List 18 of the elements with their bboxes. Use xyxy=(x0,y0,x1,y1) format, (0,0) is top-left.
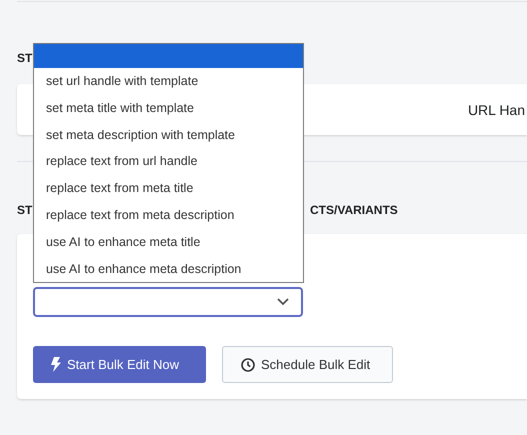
start-bulk-edit-button[interactable]: Start Bulk Edit Now xyxy=(33,346,206,383)
dropdown-option[interactable]: use AI to enhance meta description xyxy=(34,256,303,282)
dropdown-option[interactable]: replace text from meta description xyxy=(34,202,303,229)
chevron-down-icon xyxy=(277,298,289,306)
dropdown-option[interactable]: set meta description with template xyxy=(34,122,303,148)
clock-icon xyxy=(241,358,255,372)
dropdown-option[interactable]: use AI to enhance meta title xyxy=(34,228,303,256)
lightning-icon xyxy=(51,357,61,372)
select-field[interactable] xyxy=(33,287,303,317)
column-label: URL Han xyxy=(468,102,526,118)
schedule-bulk-edit-button[interactable]: Schedule Bulk Edit xyxy=(222,346,393,383)
section-heading: ST xyxy=(17,50,32,66)
section-heading: CTS/VARIANTS xyxy=(310,202,398,218)
dropdown-option[interactable]: set meta title with template xyxy=(34,94,303,122)
dropdown-option[interactable]: set url handle with template xyxy=(34,68,303,95)
section-heading: ST xyxy=(17,202,32,218)
dropdown-option[interactable]: replace text from meta title xyxy=(34,175,303,202)
dropdown-option[interactable]: replace text from url handle xyxy=(34,148,303,176)
